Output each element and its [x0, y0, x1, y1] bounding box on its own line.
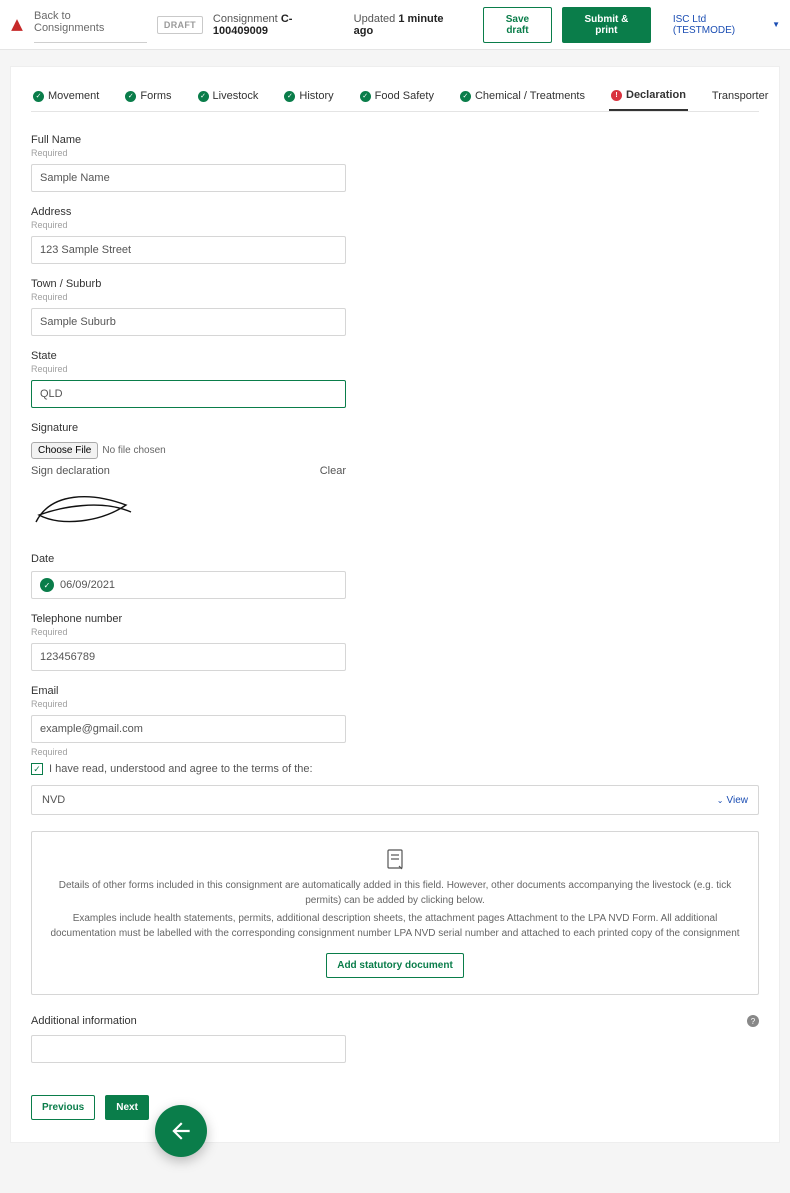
agree-text: I have read, understood and agree to the…	[49, 763, 313, 775]
signature-label: Signature	[31, 422, 346, 434]
email-label: Email	[31, 685, 346, 697]
document-icon	[46, 848, 744, 873]
telephone-required: Required	[31, 627, 346, 637]
check-icon: ✓	[198, 91, 209, 102]
nvd-row[interactable]: NVD ⌄ View	[31, 785, 759, 815]
town-label: Town / Suburb	[31, 278, 346, 290]
save-draft-button[interactable]: Save draft	[483, 7, 552, 43]
check-icon: ✓	[460, 91, 471, 102]
logo-icon	[10, 18, 24, 32]
telephone-label: Telephone number	[31, 613, 346, 625]
tab-history[interactable]: ✓ History	[282, 82, 335, 110]
email-required: Required	[31, 699, 346, 709]
consignment-info: Consignment C-100409009	[213, 13, 344, 37]
floating-back-button[interactable]	[155, 1105, 207, 1157]
tab-label: Movement	[48, 90, 99, 102]
tab-label: Transporter	[712, 90, 768, 102]
tabs: ✓ Movement ✓ Forms ✓ Livestock ✓ History ✓ Food S…	[31, 81, 759, 112]
check-icon: ✓	[33, 91, 44, 102]
tab-transporter[interactable]: Transporter	[710, 82, 770, 110]
chevron-down-icon: ⌄	[717, 796, 724, 805]
agree-row[interactable]: ✓ I have read, understood and agree to t…	[31, 763, 759, 775]
additional-info-label: Additional information	[31, 1015, 137, 1027]
tab-label: Chemical / Treatments	[475, 90, 585, 102]
check-icon: ✓	[360, 91, 371, 102]
full-name-input[interactable]	[31, 164, 346, 192]
statutory-doc-panel: Details of other forms included in this …	[31, 831, 759, 995]
additional-info-input[interactable]	[31, 1035, 346, 1063]
add-statutory-document-button[interactable]: Add statutory document	[326, 953, 464, 978]
tab-declaration[interactable]: ! Declaration	[609, 81, 688, 111]
tab-label: Declaration	[626, 89, 686, 101]
full-name-label: Full Name	[31, 134, 346, 146]
town-input[interactable]	[31, 308, 346, 336]
check-icon: ✓	[125, 91, 136, 102]
main-card: ✓ Movement ✓ Forms ✓ Livestock ✓ History ✓ Food S…	[10, 66, 780, 1143]
doc-para1: Details of other forms included in this …	[46, 879, 744, 908]
tab-label: History	[299, 90, 333, 102]
back-to-consignments[interactable]: Back to Consignments	[34, 6, 147, 43]
email-trailing-required: Required	[31, 747, 346, 757]
tab-label: Livestock	[213, 90, 259, 102]
town-required: Required	[31, 292, 346, 302]
no-file-chosen: No file chosen	[102, 445, 165, 456]
address-required: Required	[31, 220, 346, 230]
form: Full Name Required Address Required Town…	[31, 134, 346, 757]
state-required: Required	[31, 364, 346, 374]
tab-label: Food Safety	[375, 90, 434, 102]
tab-label: Forms	[140, 90, 171, 102]
clear-signature[interactable]: Clear	[320, 465, 346, 477]
nvd-view[interactable]: ⌄ View	[717, 795, 748, 806]
check-icon: ✓	[40, 578, 54, 592]
error-icon: !	[611, 90, 622, 101]
tab-forms[interactable]: ✓ Forms	[123, 82, 173, 110]
submit-print-button[interactable]: Submit & print	[562, 7, 651, 43]
back-label: Back to Consignments	[34, 10, 141, 34]
date-label: Date	[31, 553, 346, 565]
state-input[interactable]	[31, 380, 346, 408]
user-name: ISC Ltd (TESTMODE)	[673, 14, 768, 36]
arrow-left-icon	[168, 1118, 194, 1144]
next-button[interactable]: Next	[105, 1095, 149, 1120]
signature-canvas[interactable]	[31, 483, 346, 539]
draft-badge: DRAFT	[157, 16, 203, 34]
choose-file-button[interactable]: Choose File	[31, 442, 98, 459]
doc-para2: Examples include health statements, perm…	[46, 912, 744, 941]
tab-livestock[interactable]: ✓ Livestock	[196, 82, 261, 110]
telephone-input[interactable]	[31, 643, 346, 671]
date-value: 06/09/2021	[60, 579, 115, 591]
email-input[interactable]	[31, 715, 346, 743]
state-label: State	[31, 350, 346, 362]
tab-movement[interactable]: ✓ Movement	[31, 82, 101, 110]
full-name-required: Required	[31, 148, 346, 158]
sign-declaration-label: Sign declaration	[31, 465, 110, 477]
check-icon: ✓	[284, 91, 295, 102]
previous-button[interactable]: Previous	[31, 1095, 95, 1120]
tab-food-safety[interactable]: ✓ Food Safety	[358, 82, 436, 110]
help-icon[interactable]: ?	[747, 1015, 759, 1027]
user-menu[interactable]: ISC Ltd (TESTMODE) ▼	[673, 14, 780, 36]
agree-checkbox[interactable]: ✓	[31, 763, 43, 775]
updated-info: Updated 1 minute ago	[354, 13, 463, 37]
tab-chemical-treatments[interactable]: ✓ Chemical / Treatments	[458, 82, 587, 110]
chevron-down-icon: ▼	[772, 20, 780, 29]
topbar: Back to Consignments DRAFT Consignment C…	[0, 0, 790, 50]
date-input[interactable]: ✓ 06/09/2021	[31, 571, 346, 599]
address-label: Address	[31, 206, 346, 218]
address-input[interactable]	[31, 236, 346, 264]
nvd-label: NVD	[42, 794, 65, 806]
